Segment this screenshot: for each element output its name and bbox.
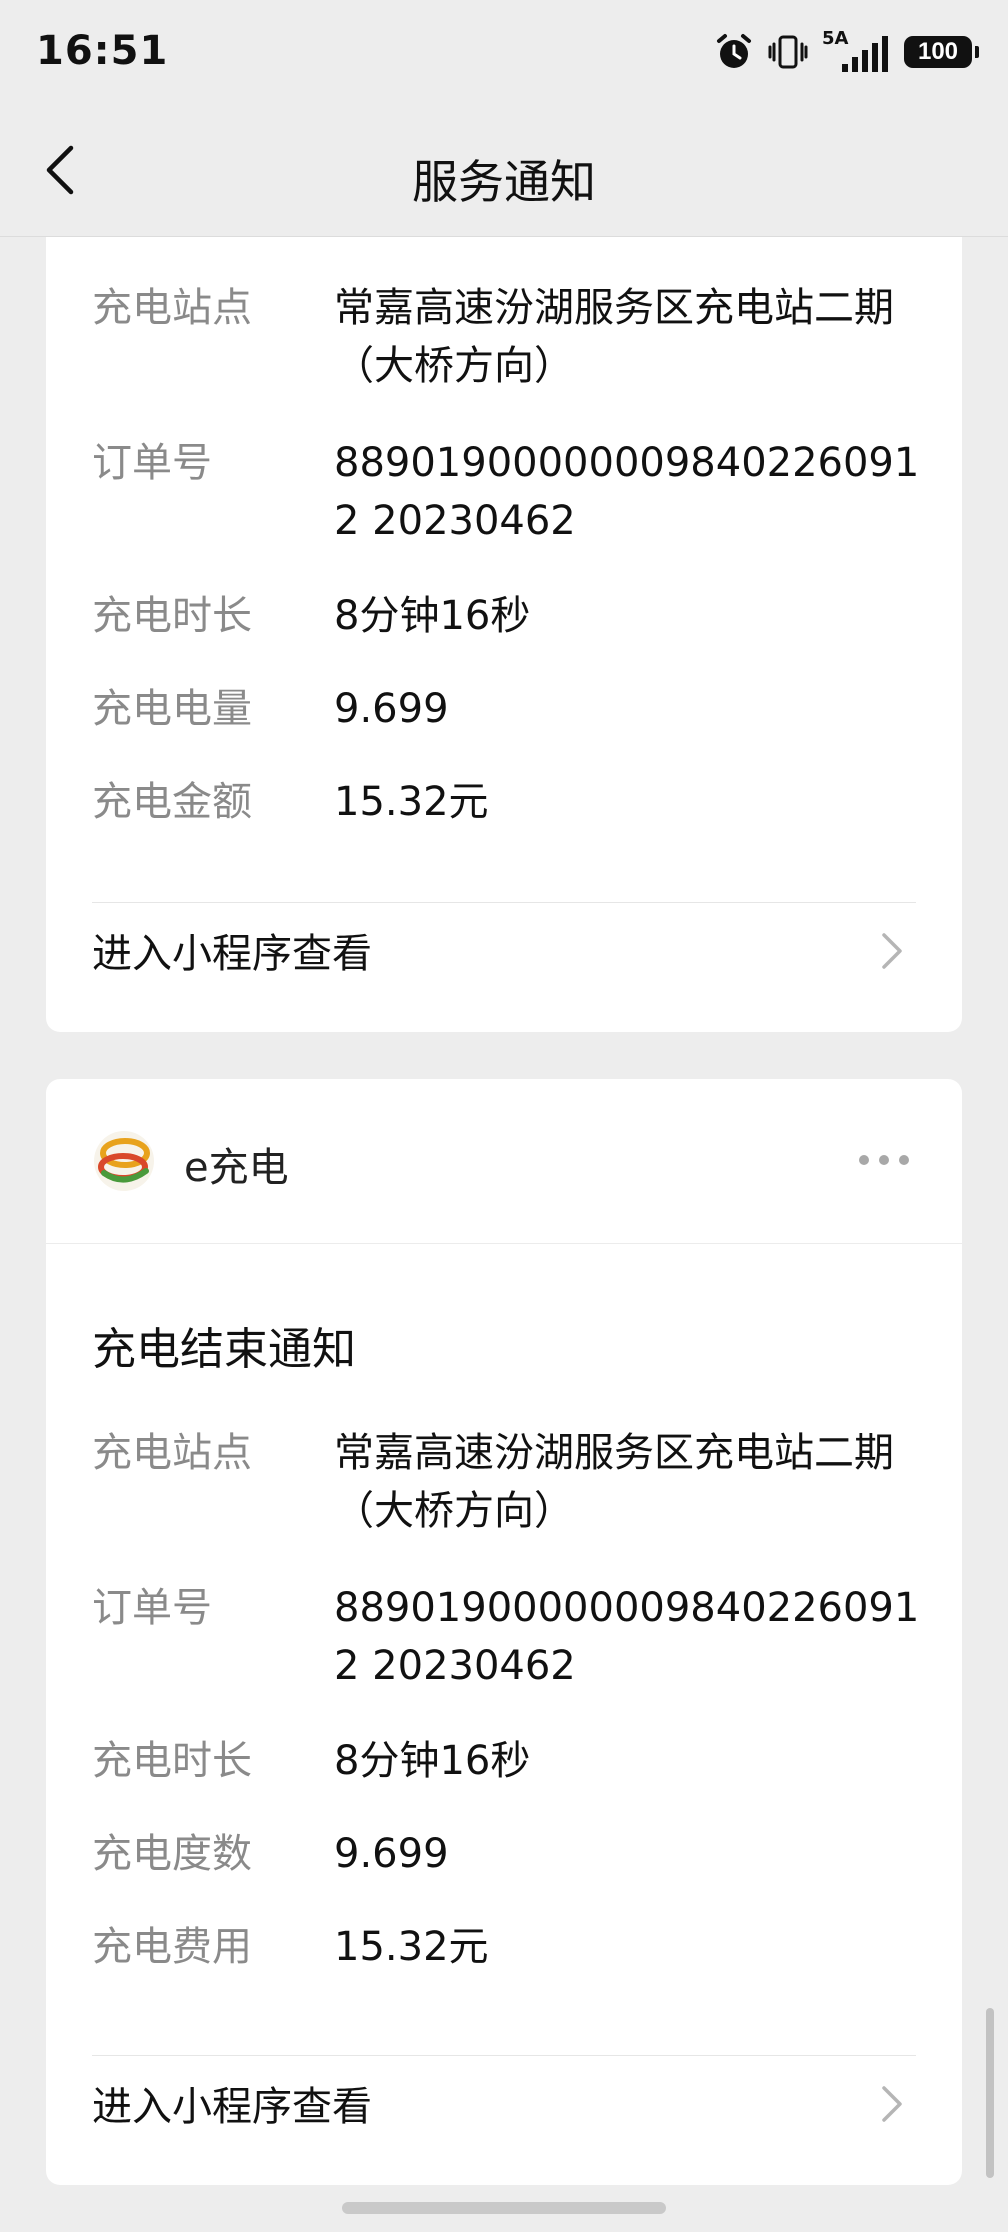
row-label: 订单号 [92,440,212,486]
cellular-signal: 5A [822,28,890,72]
row-value: 15.32元 [334,1924,489,1970]
status-icons: 5A 100 [714,28,979,74]
row-value: 常嘉高速汾湖服务区充电站二期（大桥方向） [334,1430,894,1534]
chevron-right-icon [882,2086,902,2122]
row-label: 充电电量 [92,686,252,732]
row-label: 充电时长 [92,593,252,639]
status-time: 16:51 [36,28,169,74]
detail-row-order: 订单号 889019000000098402260912 20230462 [92,1579,919,1699]
row-label: 充电度数 [92,1831,252,1877]
detail-row-station: 充电站点 常嘉高速汾湖服务区充电站二期（大桥方向） [92,1424,918,1544]
notification-card-2: e充电 充电结束通知 充电站点 常嘉高速汾湖服务区充电站二期（大桥方向） 订单号… [46,1079,962,2185]
link-label: 进入小程序查看 [92,2084,372,2130]
row-label: 订单号 [92,1585,212,1631]
detail-row-station: 充电站点 常嘉高速汾湖服务区充电站二期（大桥方向） [92,279,918,399]
row-label: 充电时长 [92,1738,252,1784]
link-label: 进入小程序查看 [92,931,372,977]
vibrate-icon [768,35,808,69]
row-value: 8分钟16秒 [334,1738,531,1784]
row-value: 889019000000098402260912 20230462 [334,1585,920,1689]
row-value: 889019000000098402260912 20230462 [334,440,920,544]
more-dots-icon[interactable] [856,1149,912,1171]
battery-indicator: 100 [904,36,979,68]
alarm-icon [717,34,751,68]
notification-card-1: 充电站点 常嘉高速汾湖服务区充电站二期（大桥方向） 订单号 8890190000… [46,237,962,1032]
row-value: 9.699 [334,1831,449,1877]
signal-bars-icon [842,36,888,72]
notification-title: 充电结束通知 [92,1324,356,1375]
card-header: e充电 [46,1079,962,1244]
row-label: 充电费用 [92,1924,252,1970]
brand-name: e充电 [184,1145,289,1191]
open-mini-program-link[interactable]: 进入小程序查看 [92,903,916,993]
status-bar: 16:51 5A 100 [0,0,1008,104]
row-value: 15.32元 [334,779,489,825]
page-title: 服务通知 [412,155,596,209]
nav-bar: 服务通知 [0,104,1008,237]
detail-row-order: 订单号 889019000000098402260912 20230462 [92,434,919,554]
e-charge-logo-icon [94,1131,154,1191]
scrollbar[interactable] [986,2008,994,2178]
chevron-right-icon [882,933,902,969]
row-value: 常嘉高速汾湖服务区充电站二期（大桥方向） [334,285,894,389]
open-mini-program-link[interactable]: 进入小程序查看 [92,2056,916,2146]
row-label: 充电站点 [92,1430,252,1476]
row-label: 充电金额 [92,779,252,825]
row-value: 8分钟16秒 [334,593,531,639]
row-value: 9.699 [334,686,449,732]
row-label: 充电站点 [92,285,252,331]
home-indicator[interactable] [342,2202,666,2214]
